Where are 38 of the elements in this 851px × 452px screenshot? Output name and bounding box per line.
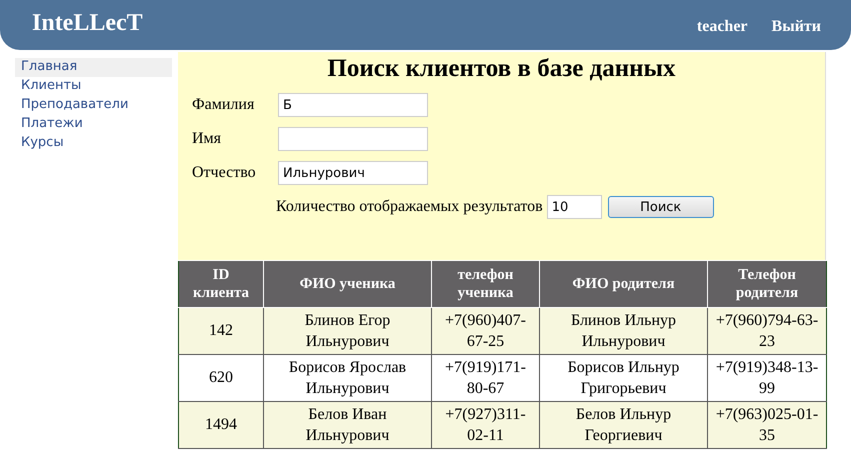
table-cell: +7(927)311-02-11	[432, 401, 540, 448]
search-button[interactable]: Поиск	[608, 196, 714, 218]
table-cell: Блинов Ильнур Ильнурович	[540, 307, 708, 354]
table-cell: +7(960)794-63-23	[708, 307, 826, 354]
input-field[interactable]	[278, 127, 428, 151]
field-label: Отчество	[192, 164, 257, 182]
column-header: ФИО ученика	[264, 261, 432, 307]
table-cell: 620	[178, 354, 264, 401]
field-label: Фамилия	[192, 96, 256, 114]
column-header: ID клиента	[178, 261, 264, 307]
table-cell: Блинов Егор Ильнурович	[264, 307, 432, 354]
table-cell: +7(919)348-13-99	[708, 354, 826, 401]
sidebar-item[interactable]: Курсы	[15, 134, 172, 153]
sidebar-item[interactable]: Платежи	[15, 115, 172, 134]
table-cell: 1494	[178, 401, 264, 448]
input-field[interactable]: Ильнурович	[278, 161, 428, 185]
sidebar-item[interactable]: Клиенты	[15, 77, 172, 96]
sidebar-item[interactable]: Преподаватели	[15, 96, 172, 115]
sidebar-item[interactable]: Главная	[15, 58, 172, 77]
count-field[interactable]: 10	[546, 195, 602, 219]
user-link[interactable]: teacher	[696, 18, 748, 36]
table-cell: Белов Ильнур Георгиевич	[540, 401, 708, 448]
column-header: телефон ученика	[432, 261, 540, 307]
field-label: Имя	[192, 130, 222, 148]
logo: InteLLecT	[32, 10, 143, 36]
table-cell: Борисов Ярослав Ильнурович	[264, 354, 432, 401]
field-label: Количество отображаемых результатов	[276, 198, 543, 216]
column-header: ФИО родителя	[540, 261, 708, 307]
page-title: Поиск клиентов в базе данных	[326, 54, 677, 83]
logout-link[interactable]: Выйти	[772, 18, 821, 36]
table-cell: Борисов Ильнур Григорьевич	[540, 354, 708, 401]
table-cell: 142	[178, 307, 264, 354]
table-cell: +7(963)025-01-35	[708, 401, 826, 448]
column-header: Телефон родителя	[708, 261, 826, 307]
table-cell: +7(960)407-67-25	[432, 307, 540, 354]
table-cell: Белов Иван Ильнурович	[264, 401, 432, 448]
table-cell: +7(919)171-80-67	[432, 354, 540, 401]
input-field[interactable]: Б	[278, 93, 428, 117]
